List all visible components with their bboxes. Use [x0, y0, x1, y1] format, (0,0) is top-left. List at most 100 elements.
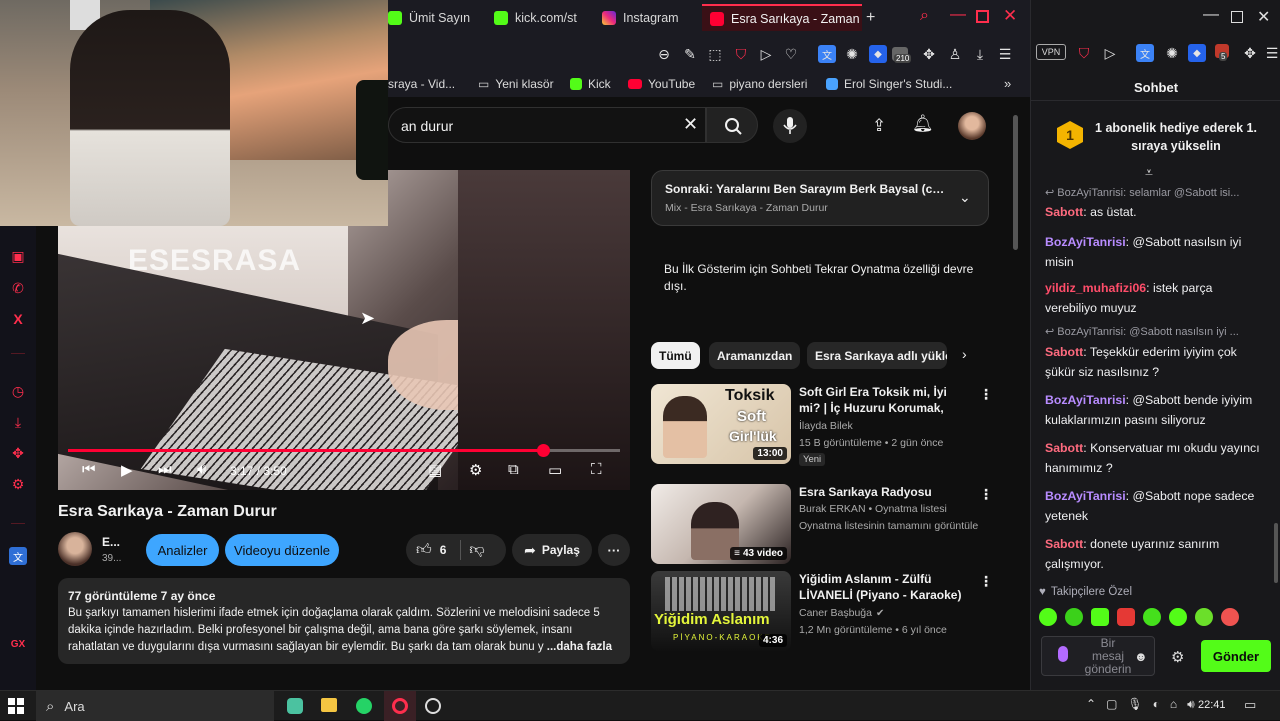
emote-icon[interactable]: [1117, 608, 1135, 626]
play-icon[interactable]: ▶︎: [121, 461, 133, 479]
chat-scrollbar[interactable]: [1274, 523, 1278, 583]
search-tabs-icon[interactable]: ⌕: [920, 7, 929, 25]
snapshot-icon[interactable]: ⬚: [706, 45, 724, 63]
badge-ext[interactable]: 210: [892, 47, 914, 65]
more-vert-icon[interactable]: ⋮: [979, 486, 993, 503]
chat-username[interactable]: BozAyiTanrisi: [1045, 235, 1126, 249]
whatsapp-icon[interactable]: [356, 698, 372, 714]
emote-icon[interactable]: [1143, 608, 1161, 626]
maximize-icon[interactable]: [1231, 11, 1243, 23]
send-icon[interactable]: ▷: [757, 45, 775, 63]
shield-icon[interactable]: ⛉: [732, 45, 750, 63]
puzzle-extensions-icon[interactable]: ✥: [920, 45, 938, 63]
shield-icon[interactable]: ⛉: [1075, 44, 1093, 62]
send-button[interactable]: Gönder: [1201, 640, 1271, 672]
view-full-playlist-link[interactable]: Oynatma listesinin tamamını görüntüle: [799, 520, 989, 532]
show-more-link[interactable]: ...daha fazla: [547, 641, 612, 653]
subtitles-icon[interactable]: ▤: [428, 461, 442, 479]
recommendation-item[interactable]: Toksik Soft Girl'lük 13:00 Soft Girl Era…: [651, 384, 993, 466]
fullscreen-icon[interactable]: ⛶: [591, 461, 602, 478]
volume-icon[interactable]: 🔊︎: [1187, 697, 1195, 712]
page-scrollbar[interactable]: [1013, 115, 1018, 250]
taskbar-search[interactable]: ⌕ Ara: [36, 691, 274, 721]
voice-search-button[interactable]: [773, 109, 807, 143]
tab-umit-sayin[interactable]: Ümit Sayın: [380, 4, 484, 31]
chat-message-input[interactable]: Bir mesaj gönderin ☻: [1041, 636, 1155, 676]
history-icon[interactable]: ◷: [9, 382, 27, 400]
emote-icon[interactable]: [1195, 608, 1213, 626]
emoji-picker-icon[interactable]: ☻: [1134, 649, 1148, 664]
chat-username[interactable]: Sabott: [1045, 345, 1083, 359]
bookmark-kick[interactable]: Kick: [570, 77, 611, 91]
recommendation-item[interactable]: ≡ 43 video Esra Sarıkaya Radyosu Burak ER…: [651, 484, 993, 564]
maximize-icon[interactable]: [976, 10, 989, 23]
profile-icon[interactable]: ♙: [946, 45, 964, 63]
file-explorer-icon[interactable]: [321, 698, 337, 712]
emote-icon[interactable]: [1091, 608, 1109, 626]
gx-logo-icon[interactable]: GX: [9, 635, 27, 653]
share-button[interactable]: ➦ Paylaş: [512, 534, 592, 566]
settings-gear-icon[interactable]: ⚙: [469, 461, 482, 479]
windows-start-icon[interactable]: [8, 698, 24, 714]
tab-youtube-active[interactable]: Esra Sarıkaya - Zaman Durur: [702, 4, 862, 31]
obs-icon[interactable]: [425, 698, 441, 714]
chat-username[interactable]: BozAyiTanrisi: [1045, 489, 1126, 503]
puzzle-extensions-icon[interactable]: ✥: [1241, 44, 1259, 62]
thumbs-down-icon[interactable]: 👎︎: [469, 541, 484, 559]
network-icon[interactable]: ⌂: [1170, 697, 1177, 712]
upload-icon[interactable]: ⇪: [872, 116, 886, 136]
clear-search-icon[interactable]: ✕: [683, 114, 698, 135]
notifications-bell-icon[interactable]: 🔔︎: [912, 114, 934, 134]
x-twitter-icon[interactable]: X: [9, 310, 27, 328]
translate-ext-icon[interactable]: 文: [1136, 44, 1154, 62]
recommendation-item[interactable]: Yiğidim Aslanım PİYANO-KARAOKE 4:36 Yiği…: [651, 571, 993, 651]
tray-app-icon[interactable]: ◐: [1153, 697, 1160, 712]
opera-gx-taskbar-button[interactable]: [384, 691, 416, 721]
chat-username[interactable]: Sabott: [1045, 537, 1083, 551]
channel-avatar[interactable]: [58, 532, 92, 566]
tray-mic-icon[interactable]: 🎙︎: [1127, 697, 1142, 712]
bookmark-video[interactable]: sraya - Vid...: [388, 77, 455, 91]
new-tab-icon[interactable]: +: [866, 9, 875, 27]
bookmark-piyano[interactable]: ▭ piyano dersleri: [712, 77, 807, 91]
chatgpt-ext-icon[interactable]: ✺: [1163, 44, 1181, 62]
more-vert-icon[interactable]: ⋮: [979, 386, 993, 403]
close-window-icon[interactable]: ✕: [1257, 7, 1270, 27]
zoom-icon[interactable]: ⊖: [655, 45, 673, 63]
app-icon[interactable]: [287, 698, 303, 714]
whatsapp-icon[interactable]: ✆: [9, 279, 27, 297]
extensions-icon[interactable]: ✥: [9, 444, 27, 462]
more-actions-icon[interactable]: ···: [598, 534, 630, 566]
send-icon[interactable]: ▷: [1101, 44, 1119, 62]
minimize-icon[interactable]: —: [950, 6, 966, 24]
chat-username[interactable]: yildiz_muhafizi06: [1045, 281, 1146, 295]
next-icon[interactable]: ⏭︎: [158, 461, 172, 478]
chevron-more-icon[interactable]: »: [1004, 76, 1011, 91]
close-window-icon[interactable]: ✕: [1003, 6, 1017, 26]
tray-app-icon[interactable]: ▢: [1106, 697, 1117, 712]
tab-instagram[interactable]: Instagram: [594, 4, 698, 31]
analytics-button[interactable]: Analizler: [146, 534, 219, 566]
chevron-right-icon[interactable]: ›: [962, 346, 967, 362]
account-avatar[interactable]: [958, 112, 986, 140]
ext-icon[interactable]: ◆: [1188, 44, 1206, 62]
tab-kick[interactable]: kick.com/st: [486, 4, 590, 31]
volume-icon[interactable]: 🔊︎: [197, 461, 206, 478]
collapse-pinned-icon[interactable]: ⩡: [1145, 164, 1153, 181]
microphone-icon[interactable]: [1058, 646, 1068, 662]
chevron-down-icon[interactable]: ⌄: [959, 189, 971, 206]
chip-uploader[interactable]: Esra Sarıkaya adlı yükleyen: [807, 342, 947, 369]
search-input[interactable]: an durur: [388, 107, 706, 143]
search-button[interactable]: [706, 107, 758, 143]
vpn-badge[interactable]: VPN: [1036, 44, 1066, 60]
menu-icon[interactable]: ☰: [1265, 44, 1279, 62]
chat-username[interactable]: Sabott: [1045, 205, 1083, 219]
bookmark-folder[interactable]: ▭ Yeni klasör: [478, 77, 554, 91]
up-next-card[interactable]: Sonraki: Yaralarını Ben Sarayım Berk Bay…: [651, 170, 989, 226]
pin-icon[interactable]: ✎: [681, 45, 699, 63]
previous-icon[interactable]: ⏮︎: [82, 461, 96, 478]
chip-all[interactable]: Tümü: [651, 342, 700, 369]
bookmark-youtube[interactable]: YouTube: [628, 77, 695, 91]
chatgpt-ext-icon[interactable]: ✺: [843, 45, 861, 63]
description-box[interactable]: 77 görüntüleme 7 ay önce Bu şarkıyı tama…: [58, 578, 630, 664]
